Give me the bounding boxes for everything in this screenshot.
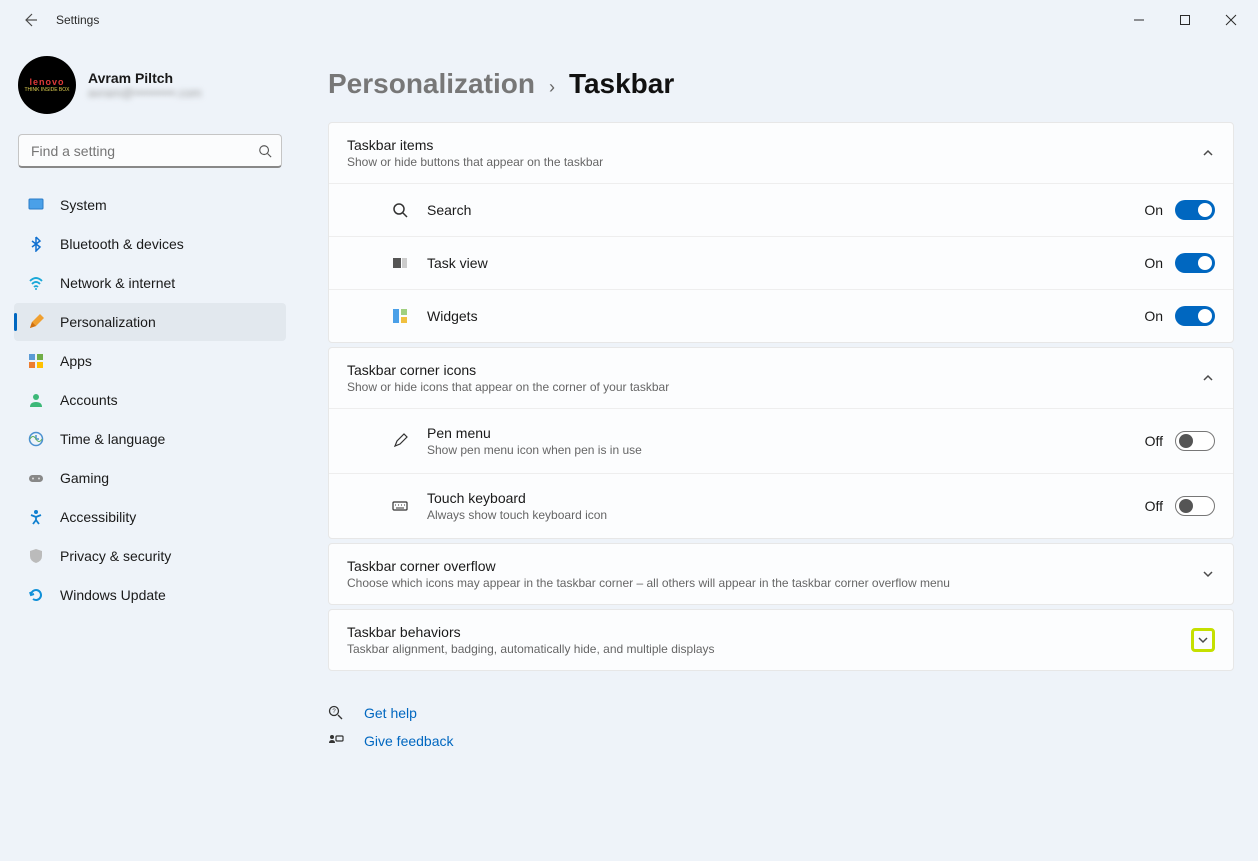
nav: System Bluetooth & devices Network & int… [14, 186, 286, 614]
section-corner-icons: Taskbar corner icons Show or hide icons … [328, 347, 1234, 539]
chevron-down-icon [1191, 628, 1215, 652]
time-icon [26, 431, 46, 447]
apps-icon [26, 353, 46, 369]
accessibility-icon [26, 509, 46, 525]
close-icon [1225, 14, 1237, 26]
back-button[interactable] [18, 8, 42, 32]
close-button[interactable] [1208, 0, 1254, 40]
window-title: Settings [56, 13, 99, 27]
minimize-button[interactable] [1116, 0, 1162, 40]
chevron-down-icon [1201, 567, 1215, 581]
gaming-icon [26, 470, 46, 486]
toggle-pen[interactable] [1175, 431, 1215, 451]
sidebar-item-privacy[interactable]: Privacy & security [14, 537, 286, 575]
toggle-taskview[interactable] [1175, 253, 1215, 273]
row-widgets: Widgets On [329, 289, 1233, 342]
sidebar-item-system[interactable]: System [14, 186, 286, 224]
section-header-overflow[interactable]: Taskbar corner overflow Choose which ico… [329, 544, 1233, 604]
sidebar-item-apps[interactable]: Apps [14, 342, 286, 380]
sidebar-item-update[interactable]: Windows Update [14, 576, 286, 614]
feedback-icon [328, 733, 348, 749]
page-title: Taskbar [569, 68, 674, 100]
section-header-items[interactable]: Taskbar items Show or hide buttons that … [329, 123, 1233, 183]
sidebar: lenovo THINK INSIDE BOX Avram Piltch avr… [0, 40, 300, 861]
section-taskbar-items: Taskbar items Show or hide buttons that … [328, 122, 1234, 343]
sidebar-item-gaming[interactable]: Gaming [14, 459, 286, 497]
profile-name: Avram Piltch [88, 70, 202, 86]
maximize-icon [1179, 14, 1191, 26]
breadcrumb-parent[interactable]: Personalization [328, 68, 535, 100]
toggle-widgets[interactable] [1175, 306, 1215, 326]
system-icon [26, 197, 46, 213]
titlebar: Settings [0, 0, 1258, 40]
arrow-left-icon [22, 12, 38, 28]
personalization-icon [26, 314, 46, 330]
sidebar-item-network[interactable]: Network & internet [14, 264, 286, 302]
network-icon [26, 275, 46, 291]
search-input[interactable] [18, 134, 282, 168]
accounts-icon [26, 392, 46, 408]
section-header-corner-icons[interactable]: Taskbar corner icons Show or hide icons … [329, 348, 1233, 408]
chevron-up-icon [1201, 146, 1215, 160]
svg-text:?: ? [332, 709, 336, 715]
help-icon: ? [328, 705, 348, 721]
section-behaviors: Taskbar behaviors Taskbar alignment, bad… [328, 609, 1234, 671]
row-pen-menu: Pen menu Show pen menu icon when pen is … [329, 408, 1233, 473]
avatar: lenovo THINK INSIDE BOX [18, 56, 76, 114]
sidebar-item-accessibility[interactable]: Accessibility [14, 498, 286, 536]
sidebar-item-personalization[interactable]: Personalization [14, 303, 286, 341]
get-help-link: ? Get help [328, 699, 1234, 727]
pen-icon [389, 433, 411, 449]
search-icon [389, 202, 411, 218]
sidebar-item-accounts[interactable]: Accounts [14, 381, 286, 419]
update-icon [26, 587, 46, 603]
profile-email: avram@••••••••••.com [88, 86, 202, 100]
search-box [18, 134, 282, 168]
maximize-button[interactable] [1162, 0, 1208, 40]
section-overflow: Taskbar corner overflow Choose which ico… [328, 543, 1234, 605]
row-touch-keyboard: Touch keyboard Always show touch keyboar… [329, 473, 1233, 538]
help-links: ? Get help Give feedback [328, 699, 1234, 755]
taskview-icon [389, 255, 411, 271]
toggle-search[interactable] [1175, 200, 1215, 220]
bluetooth-icon [26, 236, 46, 252]
profile[interactable]: lenovo THINK INSIDE BOX Avram Piltch avr… [14, 50, 286, 130]
keyboard-icon [389, 498, 411, 514]
sidebar-item-time[interactable]: Time & language [14, 420, 286, 458]
chevron-up-icon [1201, 371, 1215, 385]
search-icon [258, 144, 272, 158]
breadcrumb: Personalization › Taskbar [328, 68, 1234, 100]
content: Personalization › Taskbar Taskbar items … [300, 40, 1258, 861]
minimize-icon [1133, 14, 1145, 26]
toggle-touch-keyboard[interactable] [1175, 496, 1215, 516]
sidebar-item-bluetooth[interactable]: Bluetooth & devices [14, 225, 286, 263]
row-search: Search On [329, 183, 1233, 236]
section-header-behaviors[interactable]: Taskbar behaviors Taskbar alignment, bad… [329, 610, 1233, 670]
widgets-icon [389, 308, 411, 324]
feedback-link: Give feedback [328, 727, 1234, 755]
breadcrumb-sep: › [549, 77, 555, 98]
privacy-icon [26, 548, 46, 564]
row-taskview: Task view On [329, 236, 1233, 289]
